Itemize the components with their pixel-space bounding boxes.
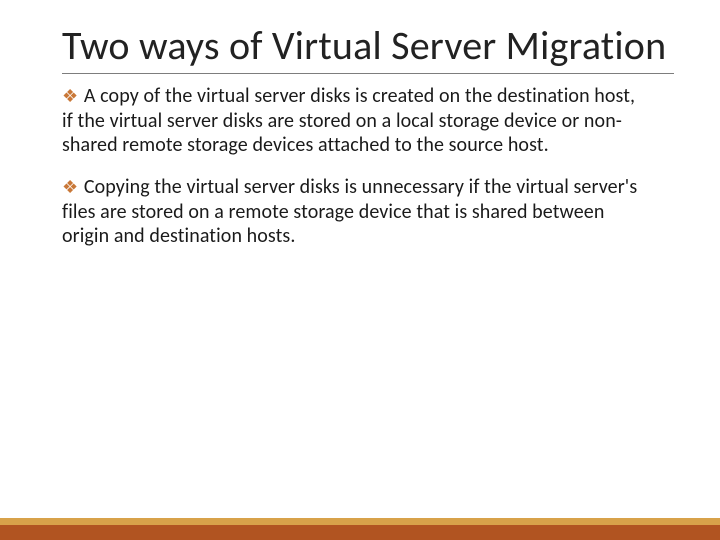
footer-bar bbox=[0, 518, 720, 540]
footer-bar-gold bbox=[0, 518, 720, 525]
footer-bar-rust bbox=[0, 525, 720, 540]
slide: Two ways of Virtual Server Migration ❖ A… bbox=[0, 0, 720, 540]
bullet-item: ❖ A copy of the virtual server disks is … bbox=[62, 84, 646, 157]
bullet-text: Copying the virtual server disks is unne… bbox=[62, 175, 637, 248]
slide-title: Two ways of Virtual Server Migration bbox=[62, 24, 674, 67]
bullet-text: A copy of the virtual server disks is cr… bbox=[62, 84, 635, 157]
content-area: ❖ A copy of the virtual server disks is … bbox=[62, 84, 674, 248]
diamond-bullet-icon: ❖ bbox=[62, 176, 78, 198]
title-underline bbox=[62, 73, 674, 74]
diamond-bullet-icon: ❖ bbox=[62, 85, 78, 107]
bullet-item: ❖ Copying the virtual server disks is un… bbox=[62, 175, 646, 248]
